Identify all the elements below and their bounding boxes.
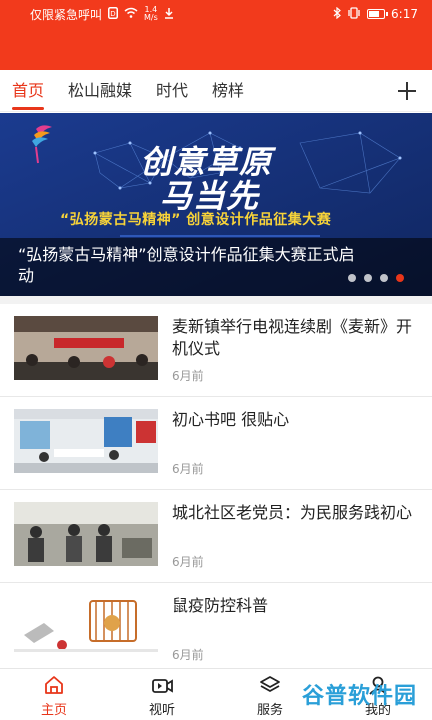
vibrate-icon [347, 6, 361, 22]
news-title: 初心书吧 很贴心 [172, 410, 290, 429]
bluetooth-icon [333, 6, 341, 22]
carousel-dot[interactable] [364, 274, 372, 282]
news-time: 6月前 [172, 648, 204, 662]
tab-era[interactable]: 时代 [156, 70, 188, 112]
news-title: 麦新镇举行电视连续剧《麦新》开机仪式 [172, 317, 413, 358]
clock: 6:17 [391, 7, 418, 21]
header-bar: 仅限紧急呼叫 D 1.4 M/s 6:17 [0, 0, 432, 70]
layers-icon [259, 675, 281, 695]
news-thumbnail-ceremony [14, 316, 158, 380]
nav-video-label: 视听 [148, 703, 175, 718]
carousel-indicators [348, 274, 404, 282]
tab-home[interactable]: 首页 [12, 70, 45, 112]
news-item[interactable]: 麦新镇举行电视连续剧《麦新》开机仪式 6月前 [0, 304, 432, 397]
carousel-dot[interactable] [380, 274, 388, 282]
news-item[interactable]: 初心书吧 很贴心 6月前 [0, 397, 432, 490]
carousel-dot[interactable] [348, 274, 356, 282]
svg-text:D: D [110, 10, 115, 18]
banner-inner-title: “弘扬蒙古马精神” 创意设计作品征集大赛 [60, 212, 332, 228]
news-time: 6月前 [172, 462, 204, 476]
news-item[interactable]: 城北社区老党员：为民服务践初心 6月前 [0, 490, 432, 583]
banner-headline-line1: 创意草原 [140, 143, 273, 181]
news-thumbnail-plague-illustration [14, 595, 158, 659]
news-time: 6月前 [172, 369, 204, 383]
video-icon [151, 675, 173, 695]
tab-songshan-media[interactable]: 松山融媒 [68, 70, 132, 112]
carousel-dot-active[interactable] [396, 274, 404, 282]
nav-video[interactable]: 视听 [108, 669, 216, 720]
news-item[interactable]: 鼠疫防控科普 6月前 [0, 583, 432, 676]
banner-headline: 创意草原 马当先 [140, 145, 272, 213]
battery-icon [367, 9, 389, 19]
wifi-icon [124, 7, 138, 21]
banner-carousel[interactable]: 创意草原 马当先 “弘扬蒙古马精神” 创意设计作品征集大赛 “弘扬蒙古马精神”创… [0, 113, 432, 296]
carrier-text: 仅限紧急呼叫 [30, 7, 103, 22]
news-title: 城北社区老党员：为民服务践初心 [172, 503, 413, 522]
status-left: 仅限紧急呼叫 D 1.4 M/s [30, 6, 174, 23]
news-title: 鼠疫防控科普 [172, 596, 269, 615]
status-bar: 仅限紧急呼叫 D 1.4 M/s 6:17 [0, 0, 432, 28]
download-icon [164, 7, 174, 22]
home-icon [43, 675, 65, 695]
news-time: 6月前 [172, 555, 204, 569]
channel-tabs: 首页 松山融媒 时代 榜样 [0, 70, 432, 112]
section-divider [0, 296, 432, 304]
watermark-text: 谷普软件园 [302, 684, 418, 709]
news-list: 麦新镇举行电视连续剧《麦新》开机仪式 6月前 初心书吧 很贴心 6月前 城北社区… [0, 304, 432, 676]
status-right: 6:17 [333, 6, 418, 22]
tab-role-models[interactable]: 榜样 [212, 70, 244, 112]
nav-home-label: 主页 [40, 703, 67, 718]
add-channel-icon[interactable] [392, 76, 422, 106]
banner-caption: “弘扬蒙古马精神”创意设计作品征集大赛正式启动 [18, 245, 355, 285]
news-thumbnail-community [14, 502, 158, 566]
banner-headline-line2: 马当先 [160, 177, 260, 215]
nav-home[interactable]: 主页 [0, 669, 108, 720]
network-speed-unit: M/s [144, 13, 158, 22]
app-root: 仅限紧急呼叫 D 1.4 M/s 6:17 首页 松山融媒 时代 榜样 创意草原… [0, 0, 432, 720]
sim-icon: D [108, 6, 119, 22]
watermark: 谷普软件园 [296, 676, 426, 712]
news-thumbnail-reading-room [14, 409, 158, 473]
network-speed: 1.4 M/s [144, 6, 158, 22]
